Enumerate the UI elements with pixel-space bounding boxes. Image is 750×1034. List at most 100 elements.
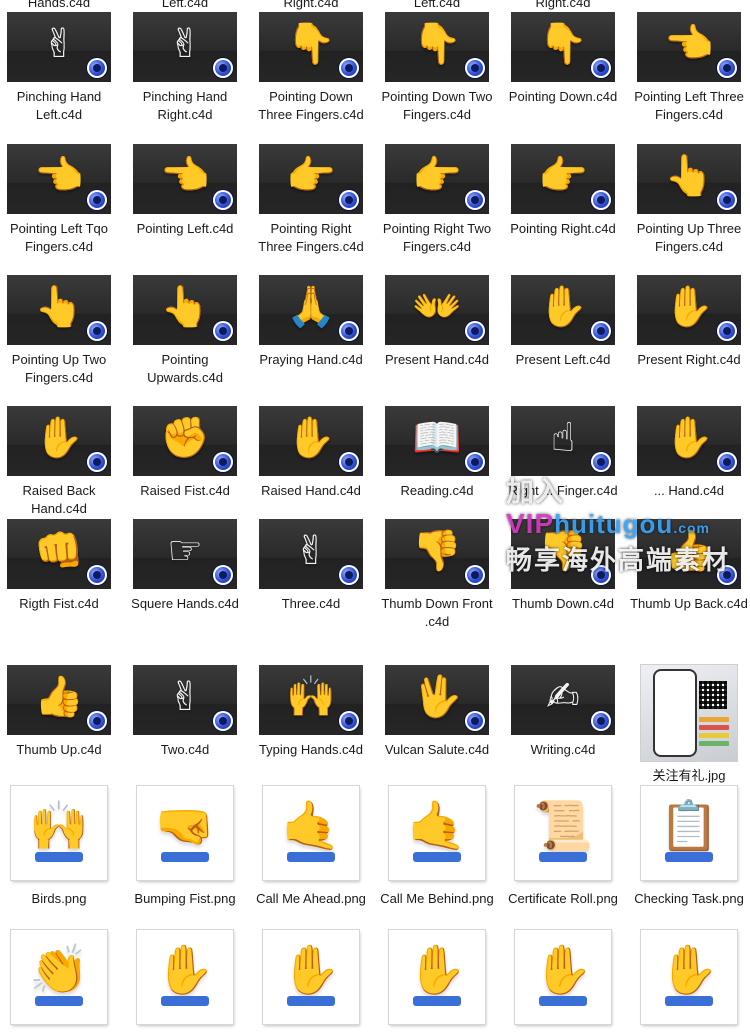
file-item[interactable]: ✌ Pinching Hand Right.c4d (126, 12, 244, 124)
file-item[interactable]: 👈 Pointing Left Three Fingers.c4d (630, 12, 748, 124)
file-item[interactable]: ✋ Present Right.c4d (630, 275, 748, 369)
file-thumbnail[interactable]: 👉 (511, 144, 615, 214)
file-item[interactable]: 👈 Pointing Left Tqo Fingers.c4d (0, 144, 118, 256)
file-name-label: Pointing Left Tqo Fingers.c4d (9, 221, 109, 254)
file-thumbnail[interactable]: 👏 (11, 930, 107, 1024)
file-thumbnail[interactable]: 🖖 (385, 665, 489, 735)
file-name-label: Pointing Down Two Fingers.c4d (381, 89, 493, 122)
file-thumbnail[interactable]: 📖 (385, 406, 489, 476)
file-item[interactable]: ✋ (630, 930, 748, 1034)
file-item[interactable]: 📜 Certificate Roll.png (504, 786, 622, 908)
file-thumbnail[interactable]: 👉 (259, 144, 363, 214)
file-thumbnail[interactable]: ✋ (389, 930, 485, 1024)
file-item[interactable]: 🖖 Vulcan Salute.c4d (378, 665, 496, 759)
file-item[interactable]: 🤙 Call Me Behind.png (378, 786, 496, 908)
file-item[interactable]: 🙌 Typing Hands.c4d (252, 665, 370, 759)
file-thumbnail[interactable]: 👇 (385, 12, 489, 82)
file-thumbnail[interactable]: 👐 (385, 275, 489, 345)
file-item[interactable]: 👇 Pointing Down.c4d (504, 12, 622, 106)
file-thumbnail[interactable]: 👇 (259, 12, 363, 82)
file-thumbnail[interactable]: ✋ (637, 275, 741, 345)
file-item[interactable]: ✋ Raised Back Hand.c4d (0, 406, 118, 518)
file-item[interactable]: 📋 Checking Task.png (630, 786, 748, 908)
file-thumbnail[interactable]: ✋ (637, 406, 741, 476)
file-item[interactable]: ✋ (504, 930, 622, 1034)
file-thumbnail[interactable]: 👉 (385, 144, 489, 214)
file-item[interactable]: 👍 Thumb Up.c4d (0, 665, 118, 759)
file-thumbnail[interactable]: ✌ (133, 12, 237, 82)
file-thumbnail[interactable]: ☝ (511, 406, 615, 476)
file-item[interactable]: ☝ Right ... Finger.c4d (504, 406, 622, 500)
file-thumbnail[interactable]: 🙌 (259, 665, 363, 735)
file-item[interactable]: 🤜 Bumping Fist.png (126, 786, 244, 908)
file-item[interactable]: ✋ Raised Hand.c4d (252, 406, 370, 500)
file-item[interactable]: 🙏 Praying Hand.c4d (252, 275, 370, 369)
file-item[interactable]: 📖 Reading.c4d (378, 406, 496, 500)
file-item[interactable]: 👇 Pointing Down Three Fingers.c4d (252, 12, 370, 124)
file-item[interactable]: 👇 Pointing Down Two Fingers.c4d (378, 12, 496, 124)
file-item[interactable]: ✊ Raised Fist.c4d (126, 406, 244, 500)
file-item[interactable]: 👆 Pointing Upwards.c4d (126, 275, 244, 387)
file-thumbnail[interactable]: ✋ (515, 930, 611, 1024)
file-item[interactable]: 👉 Pointing Right Three Fingers.c4d (252, 144, 370, 256)
file-item[interactable]: 👆 Pointing Up Three Fingers.c4d (630, 144, 748, 256)
file-item[interactable]: 👈 Pointing Left.c4d (126, 144, 244, 238)
file-thumbnail[interactable]: 🤙 (389, 786, 485, 880)
file-item[interactable]: 关注有礼.jpg (630, 665, 748, 785)
cinema4d-badge-icon (591, 565, 611, 585)
file-item[interactable]: 👏 (0, 930, 118, 1034)
file-thumbnail[interactable]: 📋 (641, 786, 737, 880)
file-thumbnail[interactable]: 👆 (637, 144, 741, 214)
file-item[interactable]: 👐 Present Hand.c4d (378, 275, 496, 369)
file-thumbnail[interactable]: 🤙 (263, 786, 359, 880)
file-thumbnail[interactable]: ✋ (7, 406, 111, 476)
file-thumbnail[interactable]: ✋ (263, 930, 359, 1024)
file-item[interactable]: ✌ Pinching Hand Left.c4d (0, 12, 118, 124)
file-item[interactable]: 🙌 Birds.png (0, 786, 118, 908)
file-item[interactable]: 👉 Pointing Right.c4d (504, 144, 622, 238)
file-item[interactable]: ☞ Squere Hands.c4d (126, 519, 244, 613)
file-thumbnail[interactable]: ✋ (641, 930, 737, 1024)
file-item[interactable]: 👉 Pointing Right Two Fingers.c4d (378, 144, 496, 256)
file-thumbnail[interactable]: 👍 (7, 665, 111, 735)
file-thumbnail[interactable]: 👆 (7, 275, 111, 345)
file-thumbnail[interactable]: ✌ (7, 12, 111, 82)
file-thumbnail[interactable]: ✊ (133, 406, 237, 476)
file-item[interactable]: 👊 Rigth Fist.c4d (0, 519, 118, 613)
file-thumbnail[interactable]: ✋ (259, 406, 363, 476)
file-thumbnail[interactable]: 🙌 (11, 786, 107, 880)
file-item[interactable]: 👎 Thumb Down.c4d (504, 519, 622, 613)
file-thumbnail[interactable]: ✋ (137, 930, 233, 1024)
file-item[interactable]: ✋ (252, 930, 370, 1034)
file-thumbnail[interactable]: ✋ (511, 275, 615, 345)
file-thumbnail[interactable]: ✍ (511, 665, 615, 735)
file-thumbnail[interactable] (641, 665, 737, 761)
file-thumbnail[interactable]: 📜 (515, 786, 611, 880)
file-item[interactable]: ✍ Writing.c4d (504, 665, 622, 759)
file-thumbnail[interactable]: ☞ (133, 519, 237, 589)
file-thumbnail[interactable]: 👈 (133, 144, 237, 214)
file-name-label: Praying Hand.c4d (259, 352, 363, 367)
file-item[interactable]: ✋ Present Left.c4d (504, 275, 622, 369)
file-item[interactable]: ✋ ... Hand.c4d (630, 406, 748, 500)
file-item[interactable]: 👆 Pointing Up Two Fingers.c4d (0, 275, 118, 387)
file-item[interactable]: 👍 Thumb Up Back.c4d (630, 519, 748, 613)
file-thumbnail[interactable]: 🙏 (259, 275, 363, 345)
file-thumbnail[interactable]: 👍 (637, 519, 741, 589)
file-thumbnail[interactable]: 👎 (385, 519, 489, 589)
file-item[interactable]: 🤙 Call Me Ahead.png (252, 786, 370, 908)
file-thumbnail[interactable]: 👇 (511, 12, 615, 82)
file-item[interactable]: ✋ (378, 930, 496, 1034)
file-item[interactable]: 👎 Thumb Down Front .c4d (378, 519, 496, 631)
file-item[interactable]: ✋ (126, 930, 244, 1034)
file-thumbnail[interactable]: 👎 (511, 519, 615, 589)
file-thumbnail[interactable]: ✌ (259, 519, 363, 589)
file-thumbnail[interactable]: 👊 (7, 519, 111, 589)
file-item[interactable]: ✌ Two.c4d (126, 665, 244, 759)
file-item[interactable]: ✌ Three.c4d (252, 519, 370, 613)
file-thumbnail[interactable]: 👆 (133, 275, 237, 345)
file-thumbnail[interactable]: 🤜 (137, 786, 233, 880)
file-thumbnail[interactable]: 👈 (637, 12, 741, 82)
file-thumbnail[interactable]: 👈 (7, 144, 111, 214)
file-thumbnail[interactable]: ✌ (133, 665, 237, 735)
